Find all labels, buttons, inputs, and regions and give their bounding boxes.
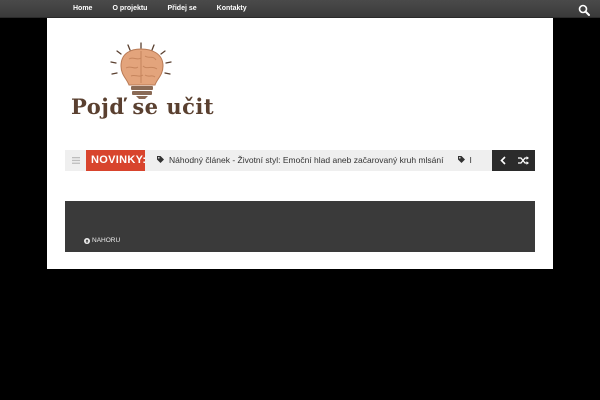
logo-text: Pojď se učit — [71, 94, 215, 119]
tag-icon — [157, 150, 164, 171]
back-to-top-link[interactable]: NAHORU — [84, 237, 120, 244]
tag-icon — [457, 150, 465, 171]
site-logo[interactable]: Pojď se učit — [71, 41, 215, 126]
search-icon[interactable] — [578, 3, 590, 16]
lightbulb-brain-icon — [110, 42, 172, 99]
main-nav: Home O projektu Přidej se Kontakty — [63, 0, 257, 18]
menu-icon[interactable] — [65, 150, 86, 171]
back-to-top-label: NAHORU — [92, 237, 121, 244]
ticker-controls — [492, 150, 535, 171]
nav-item-pridej-se[interactable]: Přidej se — [157, 0, 206, 18]
ticker-item-text[interactable]: I — [470, 150, 472, 171]
chevron-left-icon[interactable] — [492, 150, 513, 171]
ticker-item[interactable]: Náhodný článek - Životní styl: Emoční hl… — [157, 150, 472, 171]
nav-item-home[interactable]: Home — [63, 0, 102, 18]
ticker-label: NOVINKY: — [86, 150, 146, 171]
nav-item-o-projektu[interactable]: O projektu — [102, 0, 157, 18]
page-container: Pojď se učit NOVINKY: Náhodný článek - Ž… — [47, 18, 553, 269]
ticker-item-text[interactable]: Náhodný článek - Životní styl: Emoční hl… — [169, 150, 444, 171]
news-ticker: NOVINKY: Náhodný článek - Životní styl: … — [65, 150, 535, 171]
shuffle-icon[interactable] — [513, 150, 534, 171]
footer: NAHORU — [65, 201, 535, 252]
arrow-up-circle-icon — [84, 237, 90, 244]
top-bar: Home O projektu Přidej se Kontakty — [0, 0, 600, 18]
nav-item-kontakty[interactable]: Kontakty — [207, 0, 257, 18]
